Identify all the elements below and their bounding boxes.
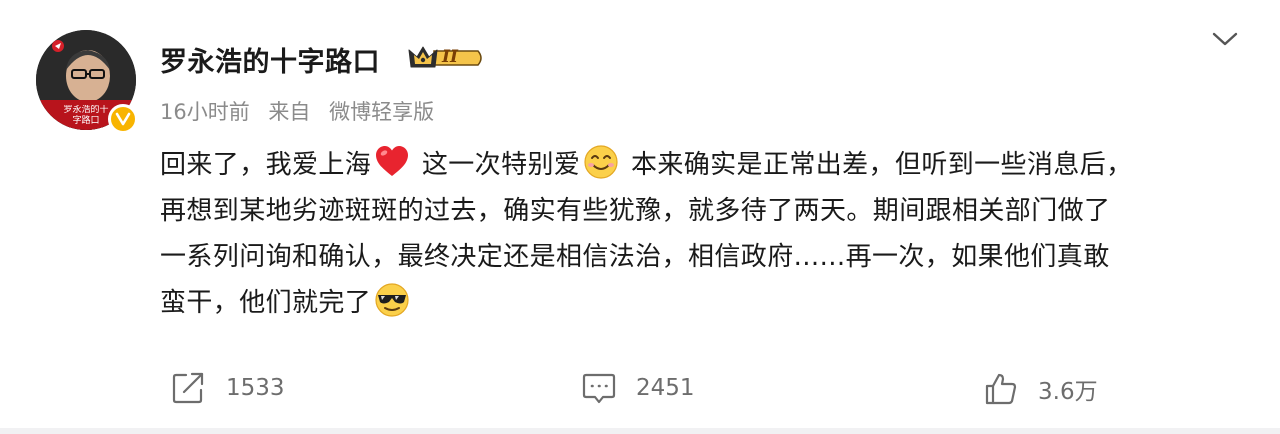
forward-icon — [172, 372, 204, 404]
like-icon — [985, 373, 1017, 405]
source-prefix: 来自 — [268, 100, 311, 124]
chevron-down-icon[interactable] — [1208, 26, 1242, 52]
weibo-post-card: 罗永浩的十字路口 罗永浩的十字路口 II 16小时前 来自 微博轻享版 回来了，… — [0, 0, 1280, 428]
vip-level: II — [442, 47, 458, 67]
post-meta: 16小时前 来自 微博轻享版 — [160, 96, 446, 126]
content-line-2: 再想到某地劣迹斑斑的过去，确实有些犹豫，就多待了两天。期间跟相关部门做了 — [160, 196, 1111, 226]
like-button[interactable]: 3.6万 — [984, 372, 1098, 406]
smile-emoji — [584, 145, 618, 179]
vip-badge[interactable]: II — [408, 43, 486, 73]
sunglasses-emoji — [375, 283, 409, 317]
comment-icon — [582, 373, 616, 404]
content-line-4: 蛮干，他们就完了 — [160, 280, 1230, 326]
content-text: 本来确实是正常出差，但听到一些消息后， — [622, 150, 1133, 180]
content-line-3: 一系列问询和确认，最终决定还是相信法治，相信政府......再一次，如果他们真敢 — [160, 242, 1110, 272]
post-time[interactable]: 16小时前 — [160, 100, 250, 124]
author-avatar[interactable]: 罗永浩的十字路口 — [36, 30, 138, 134]
content-text: 蛮干，他们就完了 — [160, 288, 372, 318]
content-line-1: 回来了，我爱上海 这一次特别爱 本来确实是正常出差，但听到一些消息后， — [160, 142, 1230, 188]
comment-count: 2451 — [636, 375, 695, 401]
forward-button[interactable]: 1533 — [172, 372, 285, 404]
post-source[interactable]: 微博轻享版 — [329, 100, 434, 124]
crown-icon — [408, 46, 438, 68]
author-name[interactable]: 罗永浩的十字路口 — [160, 40, 380, 79]
avatar-caption: 罗永浩的十字路口 — [63, 105, 109, 126]
forward-count: 1533 — [226, 375, 285, 401]
like-count: 3.6万 — [1038, 379, 1098, 405]
action-bar: 1533 2451 3.6万 — [0, 362, 1280, 414]
content-text: 这一次特别爱 — [413, 150, 581, 180]
heart-emoji — [376, 146, 409, 176]
verified-icon — [108, 104, 138, 134]
comment-button[interactable]: 2451 — [582, 372, 695, 404]
post-content: 回来了，我爱上海 这一次特别爱 本来确实是正常出差，但听到一些消息后， 再想到某… — [160, 142, 1230, 326]
content-text: 回来了，我爱上海 — [160, 150, 372, 180]
